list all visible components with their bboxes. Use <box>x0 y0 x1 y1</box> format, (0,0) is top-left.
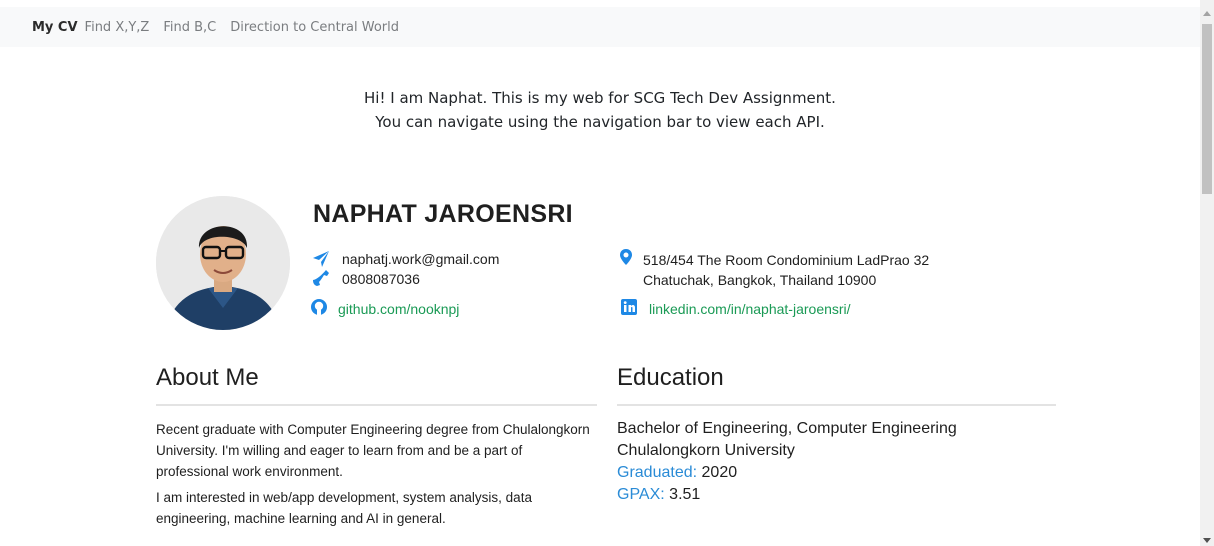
education-degree: Bachelor of Engineering, Computer Engine… <box>617 420 957 437</box>
education-university: Chulalongkorn University <box>617 442 795 459</box>
about-paragraph-2: I am interested in web/app development, … <box>156 490 532 526</box>
education-graduated: Graduated: 2020 <box>617 462 957 484</box>
avatar <box>156 196 290 330</box>
gpax-label: GPAX: <box>617 486 665 503</box>
address-line-1: 518/454 The Room Condominium LadPrao 32 <box>643 252 930 268</box>
scroll-down-arrow-icon[interactable] <box>1203 538 1211 543</box>
education-details: Bachelor of Engineering, Computer Engine… <box>617 418 957 506</box>
address-line-2: Chatuchak, Bangkok, Thailand 10900 <box>643 272 877 288</box>
github-icon <box>310 298 328 316</box>
intro-line-2: You can navigate using the navigation ba… <box>375 113 825 131</box>
profile-name: NAPHAT JAROENSRI <box>313 200 573 228</box>
education-gpax: GPAX: 3.51 <box>617 484 957 506</box>
map-marker-icon <box>617 248 635 266</box>
nav-direction-central-world[interactable]: Direction to Central World <box>230 20 399 35</box>
paper-plane-icon <box>312 250 330 268</box>
email-text: naphatj.work@gmail.com <box>342 251 500 267</box>
about-text: Recent graduate with Computer Engineerin… <box>156 419 596 534</box>
about-title: About Me <box>156 364 259 391</box>
profile-photo <box>156 196 290 330</box>
education-divider <box>617 404 1056 406</box>
phone-icon <box>312 269 330 287</box>
vertical-scrollbar[interactable] <box>1200 0 1214 546</box>
gpax-value: 3.51 <box>669 486 701 503</box>
linkedin-icon <box>620 298 638 316</box>
navbar: My CV Find X,Y,Z Find B,C Direction to C… <box>0 7 1200 47</box>
graduated-label: Graduated: <box>617 464 698 481</box>
github-link[interactable]: github.com/nooknpj <box>338 300 459 318</box>
about-divider <box>156 404 597 406</box>
scroll-up-arrow-icon[interactable] <box>1203 11 1211 16</box>
graduated-value: 2020 <box>701 464 738 481</box>
about-paragraph-1: Recent graduate with Computer Engineerin… <box>156 422 590 479</box>
intro-line-1: Hi! I am Naphat. This is my web for SCG … <box>364 89 836 107</box>
scroll-thumb[interactable] <box>1202 24 1212 194</box>
education-title: Education <box>617 364 724 391</box>
phone-text: 0808087036 <box>342 271 420 287</box>
nav-my-cv[interactable]: My CV <box>32 20 78 35</box>
nav-find-xyz[interactable]: Find X,Y,Z <box>85 20 150 35</box>
intro-text: Hi! I am Naphat. This is my web for SCG … <box>0 86 1200 134</box>
linkedin-link[interactable]: linkedin.com/in/naphat-jaroensri/ <box>649 300 851 318</box>
nav-find-bc[interactable]: Find B,C <box>163 20 216 35</box>
